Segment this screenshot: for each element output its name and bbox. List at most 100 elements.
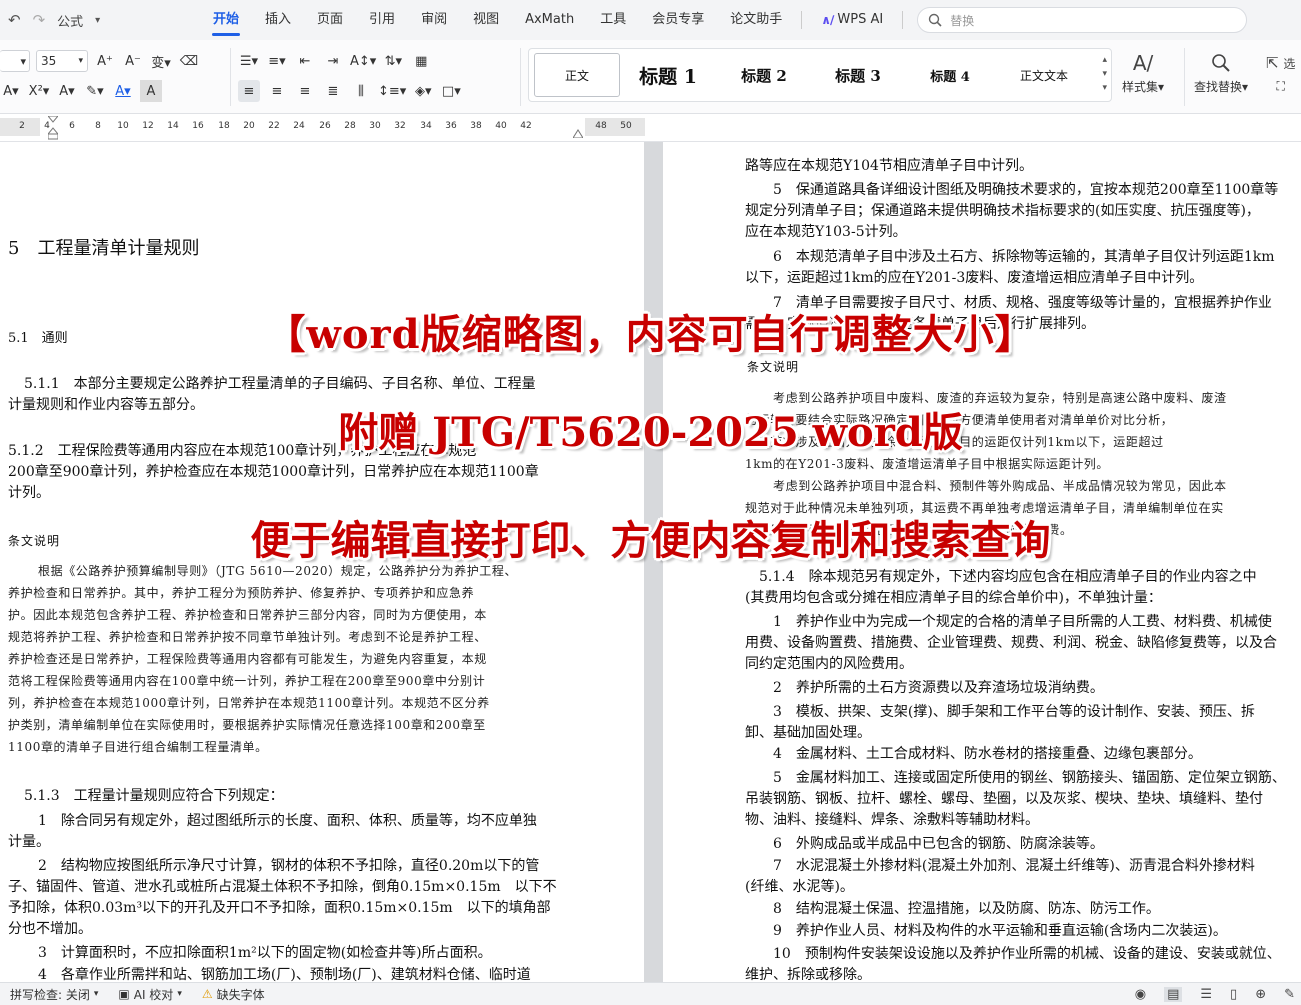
write-mode-icon[interactable]: ✎	[1284, 987, 1295, 1002]
text-effect-icon[interactable]: A▾	[56, 80, 78, 102]
paragraph-line: 计量。	[8, 834, 50, 850]
note-heading: 条文说明	[8, 534, 61, 548]
paragraph-line: 以下，运距超过1km的应在Y201-3废料、废渣增运相应清单子目中计列。	[745, 270, 1204, 286]
tab-references[interactable]: 引用	[356, 0, 408, 40]
highlight-icon[interactable]: ✎▾	[84, 80, 106, 102]
tab-paper-assistant[interactable]: 论文助手	[717, 0, 795, 40]
text-direction-icon[interactable]: A↕▾	[350, 50, 376, 72]
tab-view[interactable]: 视图	[460, 0, 512, 40]
tab-axmath[interactable]: AxMath	[512, 0, 587, 40]
page-left[interactable]: 5 工程量清单计量规则 5.1 通则 5.1.1 本部分主要规定公路养护工程量清…	[0, 142, 644, 982]
chevron-down-icon[interactable]: ▾	[1102, 69, 1107, 79]
style-heading-1[interactable]: 标题 1	[620, 53, 716, 97]
find-replace-button[interactable]: 查找替换▾	[1194, 52, 1248, 95]
paragraph-line: 卸、基础加固处理。	[745, 725, 871, 741]
superscript-icon[interactable]: X²▾	[28, 80, 50, 102]
style-set-label: 样式集▾	[1122, 80, 1165, 94]
paragraph-line: 5.1.3 工程量计量规则应符合下列规定：	[24, 788, 284, 804]
tab-insert[interactable]: 插入	[252, 0, 304, 40]
ruler-margin-right	[585, 118, 645, 136]
tab-page[interactable]: 页面	[304, 0, 356, 40]
phonetic-guide-icon[interactable]: 变▾	[150, 50, 172, 72]
borders-grid-icon[interactable]: ▦	[410, 50, 432, 72]
shading-icon[interactable]: ◈▾	[412, 80, 434, 102]
distribute-icon[interactable]: ⫼	[350, 80, 372, 102]
sort-icon[interactable]: ⇅▾	[382, 50, 404, 72]
menu-bar: ↶ ↷ 公式 ▾ 开始 插入 页面 引用 审阅 视图 AxMath 工具 会员专…	[0, 0, 1301, 40]
outline-view-icon[interactable]: ☰	[1200, 987, 1212, 1002]
tab-home[interactable]: 开始	[200, 0, 252, 40]
ruler-tick-label: 24	[293, 121, 305, 131]
align-left-icon[interactable]: ≡	[238, 80, 260, 102]
align-right-icon[interactable]: ≡	[294, 80, 316, 102]
strikethrough-icon[interactable]: A▾	[0, 80, 22, 102]
paragraph-line: 物、油料、接缝料、焊条、涂敷料等辅助材料。	[745, 812, 1039, 828]
expand-icon[interactable]: ▾	[1102, 83, 1107, 93]
tab-member[interactable]: 会员专享	[639, 0, 717, 40]
undo-icon[interactable]: ↶	[8, 11, 21, 29]
paragraph-line: 6 外购成品或半成品中已包含的钢筋、防腐涂装等。	[773, 836, 1104, 852]
ruler-tick-label: 38	[470, 121, 482, 131]
horizontal-ruler[interactable]: 2 4 6 8 10 12 14 16 18 20 22 24 26 28 30 32 34 36 38 40 42 48…	[0, 114, 1301, 142]
border-icon[interactable]: □▾	[440, 80, 462, 102]
increase-indent-icon[interactable]: ⇥	[322, 50, 344, 72]
formula-label[interactable]: 公式	[57, 11, 83, 30]
style-heading-2[interactable]: 标题 2	[716, 53, 812, 97]
document-area: 5 工程量清单计量规则 5.1 通则 5.1.1 本部分主要规定公路养护工程量清…	[0, 142, 1301, 982]
tab-review[interactable]: 审阅	[408, 0, 460, 40]
spellcheck-status[interactable]: 拼写检查: 关闭 ▾	[0, 986, 108, 1003]
section-heading: 5.1 通则	[8, 331, 68, 346]
grow-font-icon[interactable]: A⁺	[94, 50, 116, 72]
status-bar: 拼写检查: 关闭 ▾ ▣ AI 校对 ▾ ⚠ 缺失字体 ◉ ▤ ☰ ▯ ⊕ ✎	[0, 982, 1301, 1005]
paragraph-line: 路等应在本规范Y104节相应清单子目中计列。	[745, 158, 1033, 174]
page-view-icon[interactable]: ▤	[1164, 987, 1183, 1002]
font-size-select[interactable]: 35 ▾	[36, 50, 88, 72]
page-right[interactable]: 路等应在本规范Y104节相应清单子目中计列。 5 保通道路具备详细设计图纸及明确…	[663, 142, 1301, 982]
numbered-list-icon[interactable]: ≡▾	[266, 50, 288, 72]
paragraph-line: 应在本规范Y103-5计列。	[745, 224, 907, 240]
note-line: 考虑到公路养护项目中混合料、预制件等外购成品、半成品情况较为常见，因此本	[773, 479, 1227, 493]
shrink-font-icon[interactable]: A⁻	[122, 50, 144, 72]
style-heading-4[interactable]: 标题 4	[904, 53, 996, 97]
note-line: 范将工程保险费等通用内容在100章中统一计列，养护工程在200章至900章中分别…	[8, 674, 486, 688]
web-view-icon[interactable]: ⊕	[1255, 987, 1266, 1002]
paragraph-line: 1 除合同另有规定外，超过图纸所示的长度、面积、体积、质量等，均不应单独	[38, 813, 537, 829]
align-center-icon[interactable]: ≡	[266, 80, 288, 102]
line-spacing-icon[interactable]: ↕≡▾	[378, 80, 406, 102]
paragraph-line: 规定分列清单子目；保通道路未提供明确技术指标要求的(如压实度、抗压强度等)，	[745, 203, 1260, 219]
tab-wps-ai[interactable]: ∧∕ WPS AI	[808, 0, 896, 40]
style-set-button[interactable]: A/ 样式集▾	[1122, 52, 1164, 95]
bullet-list-icon[interactable]: ☰▾	[238, 50, 260, 72]
warning-icon: ⚠	[201, 987, 213, 1001]
paragraph-line: 5.1.1 本部分主要规定公路养护工程量清单的子目编码、子目名称、单位、工程量	[24, 376, 536, 392]
justify-icon[interactable]: ≣	[322, 80, 344, 102]
style-body-text[interactable]: 正文文本	[996, 53, 1092, 97]
right-indent-marker-icon[interactable]	[573, 126, 583, 138]
paragraph-line: 4 金属材料、土工合成材料、防水卷材的搭接重叠、边缘包裹部分。	[773, 746, 1202, 762]
font-family-select[interactable]: ▾	[0, 50, 30, 72]
read-mode-icon[interactable]: ▯	[1230, 987, 1237, 1002]
clear-format-icon[interactable]: ⌫	[178, 50, 200, 72]
redo-icon[interactable]: ↷	[33, 11, 46, 29]
select-button[interactable]: ⇱ 选 ⛶	[1266, 52, 1295, 94]
note-line: 养护检查还是日常养护，工程保险费等通用内容都有可能发生，为避免内容重复，本规	[8, 652, 487, 666]
ruler-tick-label: 10	[117, 121, 129, 131]
char-shading-icon[interactable]: A	[140, 80, 162, 102]
ruler-tick-label: 18	[218, 121, 230, 131]
search-box[interactable]: 替换	[917, 7, 1248, 33]
style-scroll[interactable]: ▴ ▾ ▾	[1102, 55, 1107, 93]
select-icon-2: ⛶	[1276, 79, 1285, 93]
chevron-down-icon[interactable]: ▾	[95, 15, 100, 26]
decrease-indent-icon[interactable]: ⇤	[294, 50, 316, 72]
ai-check-button[interactable]: ▣ AI 校对 ▾	[108, 986, 191, 1003]
missing-font-button[interactable]: ⚠ 缺失字体	[192, 986, 275, 1003]
ruler-tick-label: 2	[19, 121, 25, 131]
font-color-icon[interactable]: A▾	[112, 80, 134, 102]
style-heading-3[interactable]: 标题 3	[812, 53, 904, 97]
chevron-up-icon[interactable]: ▴	[1102, 55, 1107, 65]
paragraph-line: 200章至900章计列，养护检查应在本规范1000章计列，日常养护应在本规范11…	[8, 464, 539, 480]
style-normal[interactable]: 正文	[534, 53, 620, 97]
eye-protection-icon[interactable]: ◉	[1135, 987, 1146, 1002]
note-line: 规范将养护工程、养护检查和日常养护按不同章节单独计列。考虑到不论是养护工程、	[8, 630, 487, 644]
tab-tools[interactable]: 工具	[587, 0, 639, 40]
